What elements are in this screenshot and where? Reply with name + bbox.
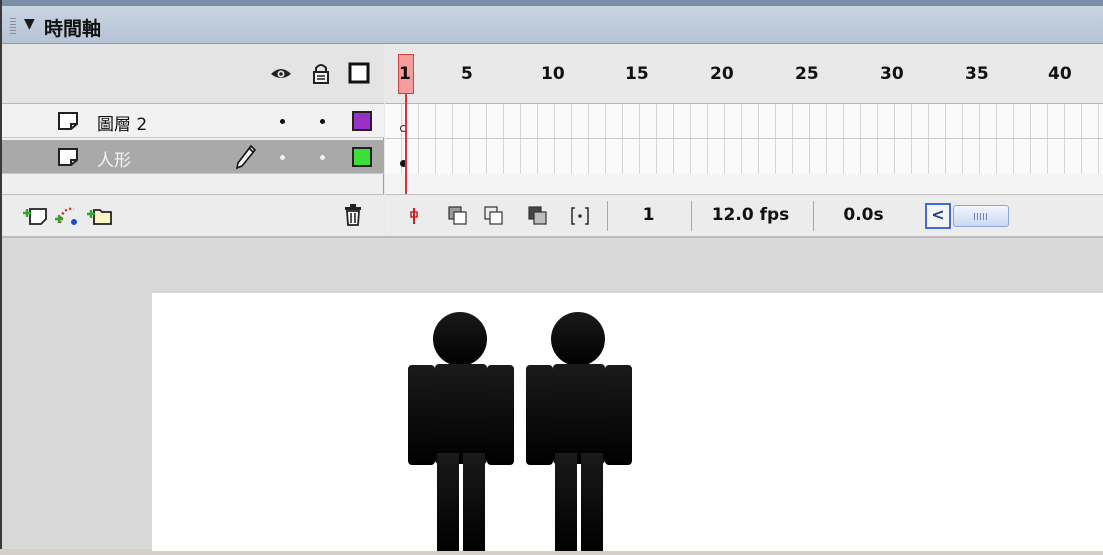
timeline-panel: ▼ 時間軸 圖層 2 人形 1 5 10 15 20 25 30 35 40 1… xyxy=(0,0,1103,551)
frame-rate-readout[interactable]: 12.0 fps xyxy=(691,201,809,231)
visibility-dot[interactable] xyxy=(280,119,285,124)
layer-name[interactable]: 人形 xyxy=(97,146,131,171)
ruler-label: 40 xyxy=(1048,64,1072,84)
visibility-dot[interactable] xyxy=(280,155,285,160)
layers-pane: 圖層 2 人形 xyxy=(2,44,384,236)
ruler-label: 5 xyxy=(461,64,473,84)
outline-color-swatch[interactable] xyxy=(352,147,372,167)
edit-multiple-frames-icon[interactable] xyxy=(527,205,549,227)
pencil-icon xyxy=(235,144,256,170)
lock-dot[interactable] xyxy=(320,119,325,124)
frame-toolbar: 1 12.0 fps 0.0s < xyxy=(385,194,1103,236)
lock-icon[interactable] xyxy=(310,62,332,84)
ruler-label: 10 xyxy=(541,64,565,84)
person-figure xyxy=(408,312,514,551)
layer-icon xyxy=(58,148,78,166)
layer-name[interactable]: 圖層 2 xyxy=(97,110,147,135)
drag-grip-icon[interactable] xyxy=(10,18,16,34)
frame-ruler[interactable]: 1 5 10 15 20 25 30 35 40 xyxy=(385,44,1103,104)
trash-icon[interactable] xyxy=(340,203,366,227)
timeline: 圖層 2 人形 1 5 10 15 20 25 30 35 40 1 12.0 … xyxy=(2,44,1103,236)
ruler-label: 15 xyxy=(625,64,649,84)
ruler-label: 25 xyxy=(795,64,819,84)
ruler-label: 20 xyxy=(710,64,734,84)
layer-header xyxy=(2,44,384,104)
panel-title: 時間軸 xyxy=(44,18,102,40)
collapse-arrow-icon[interactable]: ▼ xyxy=(24,16,35,32)
current-frame-readout: 1 xyxy=(607,201,689,231)
outline-color-swatch[interactable] xyxy=(352,111,372,131)
layer-row-figure[interactable]: 人形 xyxy=(2,140,384,174)
layer-toolbar xyxy=(2,194,384,236)
layer-row-layer-2[interactable]: 圖層 2 xyxy=(2,104,384,138)
scroll-left-button[interactable]: < xyxy=(925,203,951,229)
add-folder-icon[interactable] xyxy=(86,203,112,227)
onion-skin-icon[interactable] xyxy=(447,205,469,227)
playhead-line xyxy=(405,94,407,206)
lock-dot[interactable] xyxy=(320,155,325,160)
person-figure xyxy=(526,312,632,551)
layer-icon xyxy=(58,112,78,130)
stage-canvas[interactable] xyxy=(152,293,1103,551)
figures-graphic xyxy=(408,312,632,551)
onion-skin-outlines-icon[interactable] xyxy=(483,205,505,227)
stage-area xyxy=(2,236,1103,551)
row-divider xyxy=(385,138,1103,139)
elapsed-time-readout: 0.0s xyxy=(813,201,913,231)
ruler-label: 1 xyxy=(399,64,411,84)
horizontal-scroll-thumb[interactable] xyxy=(953,205,1009,227)
modify-onion-markers-icon[interactable] xyxy=(569,205,591,227)
panel-titlebar[interactable]: ▼ 時間軸 xyxy=(2,0,1103,44)
add-layer-icon[interactable] xyxy=(22,203,48,227)
frames-pane: 1 5 10 15 20 25 30 35 40 1 12.0 fps 0.0s… xyxy=(385,44,1103,236)
ruler-label: 30 xyxy=(880,64,904,84)
add-motion-guide-icon[interactable] xyxy=(54,203,80,227)
frame-grid[interactable] xyxy=(385,104,1103,174)
ruler-label: 35 xyxy=(965,64,989,84)
center-frame-icon[interactable] xyxy=(403,205,425,227)
outline-icon[interactable] xyxy=(348,62,370,84)
eye-icon[interactable] xyxy=(270,62,292,84)
